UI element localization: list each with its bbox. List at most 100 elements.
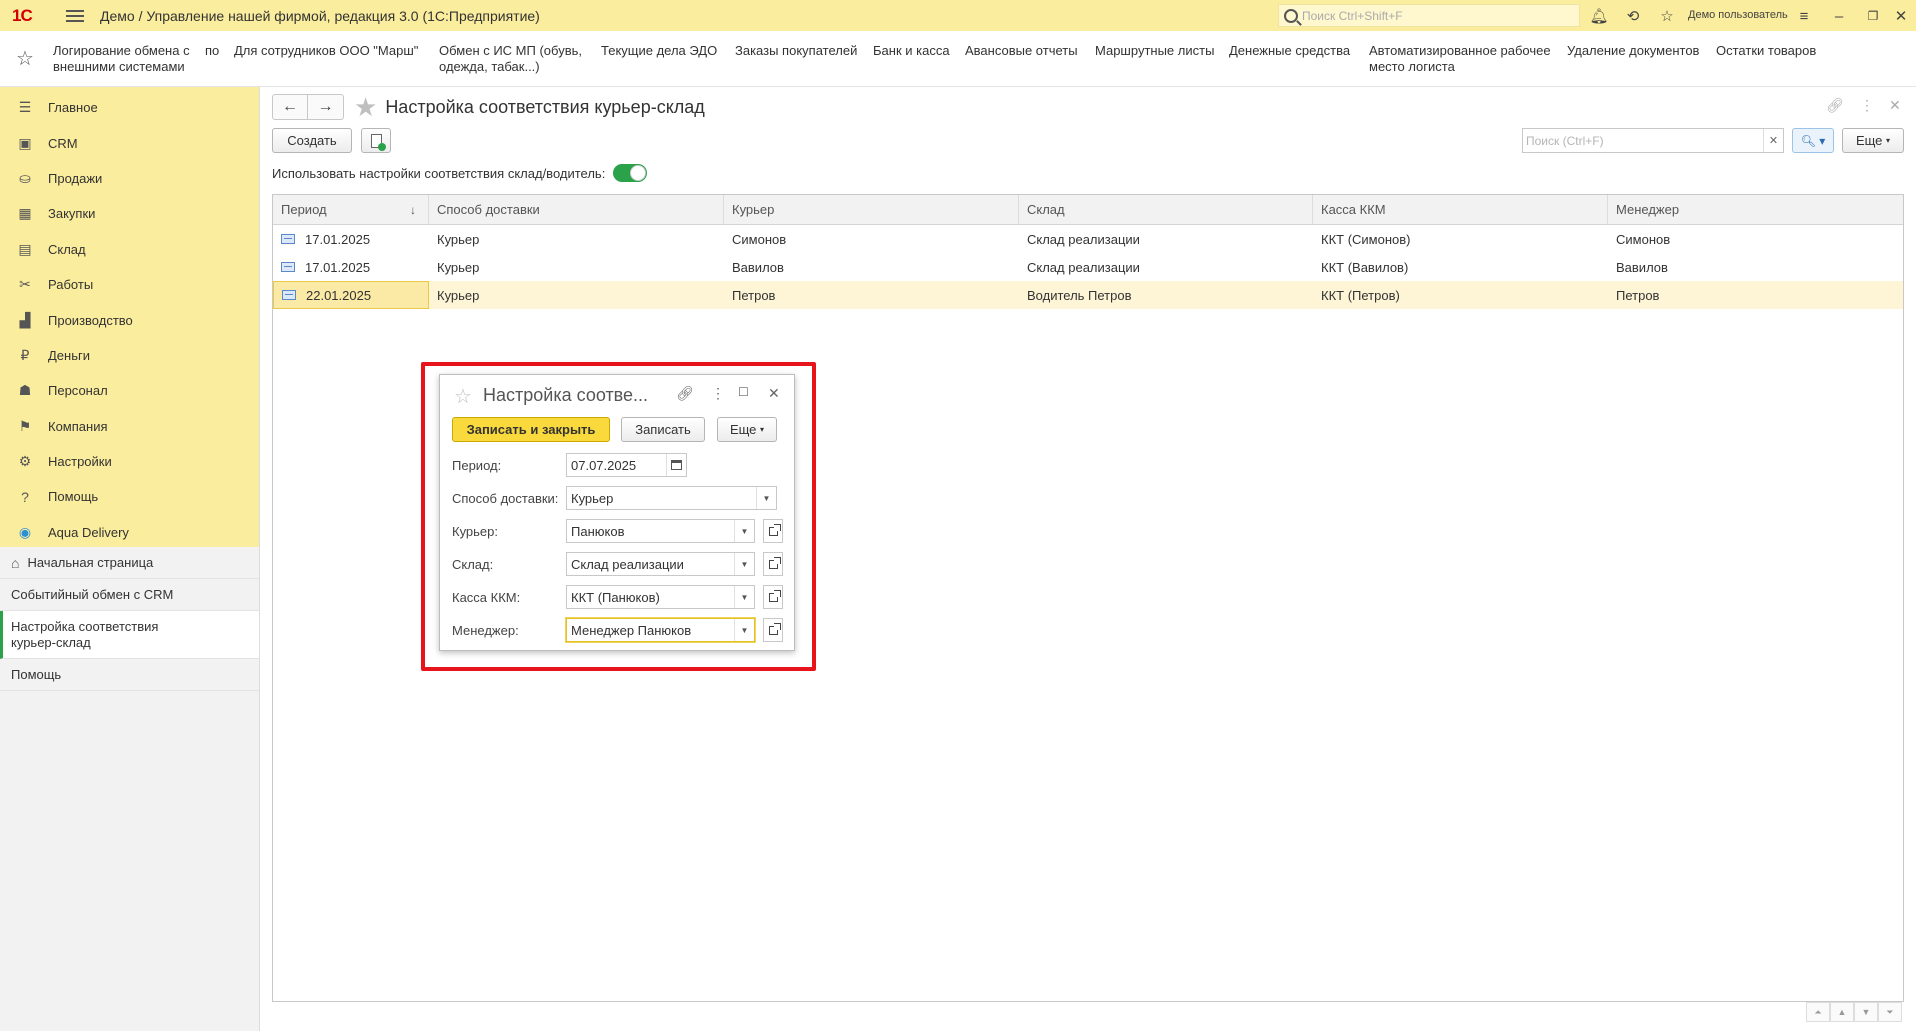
nav-link-bank-cash[interactable]: Банк и касса — [873, 43, 950, 59]
open-window-label: Настройка соответствия курьер-склад — [11, 618, 159, 650]
more-dots-icon[interactable]: ⋮ — [711, 385, 725, 402]
more-button[interactable]: Еще ▾ — [1842, 128, 1904, 153]
column-header-kkm[interactable]: Касса ККМ — [1313, 195, 1608, 224]
open-warehouse-button[interactable] — [763, 552, 783, 576]
section-sales[interactable]: ⛀ Продажи — [0, 161, 259, 196]
open-kkm-button[interactable] — [763, 585, 783, 609]
table-row[interactable]: 17.01.2025 Курьер Симонов Склад реализац… — [273, 225, 1903, 253]
section-personnel[interactable]: ☗ Персонал — [0, 373, 259, 408]
scroll-bottom-icon[interactable]: ⏷ — [1878, 1002, 1902, 1022]
nav-link-is-mp-exchange[interactable]: Обмен с ИС МП (обувь, одежда, табак...) — [439, 43, 582, 75]
section-company[interactable]: ⚑ Компания — [0, 409, 259, 444]
link-icon[interactable]: 🔗︎ — [1826, 97, 1844, 114]
ruble-icon: ₽ — [20, 346, 30, 363]
section-purchases[interactable]: ▦ Закупки — [0, 196, 259, 231]
column-header-period[interactable]: Период ↓ — [273, 195, 429, 224]
history-icon[interactable]: ⟲ — [1622, 5, 1644, 27]
section-works[interactable]: ✂ Работы — [0, 267, 259, 302]
cell-kkm: ККТ (Вавилов) — [1321, 259, 1409, 275]
link-icon[interactable]: 🔗︎ — [676, 385, 694, 402]
close-window-icon[interactable]: ✕ — [1890, 5, 1912, 27]
nav-link-po[interactable]: по — [205, 43, 219, 59]
save-button[interactable]: Записать — [621, 417, 705, 442]
nav-link-customer-orders[interactable]: Заказы покупателей — [735, 43, 857, 59]
dialog-more-button[interactable]: Еще ▾ — [717, 417, 777, 442]
search-button[interactable]: 🔍︎ ▾ — [1792, 128, 1834, 153]
close-form-icon[interactable]: ✕ — [1889, 97, 1901, 114]
period-row: Период: 07.07.2025 — [452, 452, 782, 478]
chevron-down-icon[interactable]: ▼ — [734, 586, 754, 608]
record-icon — [282, 290, 296, 300]
global-search-input[interactable]: Поиск Ctrl+Shift+F — [1278, 4, 1580, 27]
favorite-star-icon[interactable]: ★ — [354, 92, 377, 123]
maximize-icon[interactable]: ☐ — [738, 385, 749, 399]
manager-field[interactable]: Менеджер Панюков ▼ — [566, 618, 755, 642]
column-header-courier[interactable]: Курьер — [724, 195, 1019, 224]
nav-link-edo-tasks[interactable]: Текущие дела ЭДО — [601, 43, 717, 59]
nav-link-stock-balance[interactable]: Остатки товаров — [1716, 43, 1816, 59]
create-button[interactable]: Создать — [272, 128, 352, 153]
section-production[interactable]: ▟ Производство — [0, 302, 259, 337]
purchases-icon: ▦ — [18, 205, 32, 222]
section-help[interactable]: ? Помощь — [0, 479, 259, 514]
delivery-field[interactable]: Курьер ▼ — [566, 486, 777, 510]
current-user[interactable]: Демо пользователь — [1688, 9, 1788, 21]
scroll-down-icon[interactable]: ▼ — [1854, 1002, 1878, 1022]
favorites-star-icon[interactable]: ☆ — [1656, 5, 1678, 27]
open-manager-button[interactable] — [763, 618, 783, 642]
forward-arrow-icon[interactable]: → — [308, 94, 344, 120]
section-label: CRM — [48, 135, 78, 151]
table-row[interactable]: 17.01.2025 Курьер Вавилов Склад реализац… — [273, 253, 1903, 281]
open-courier-button[interactable] — [763, 519, 783, 543]
calendar-icon[interactable] — [666, 454, 686, 476]
more-dots-icon[interactable]: ⋮ — [1860, 97, 1874, 114]
scroll-top-icon[interactable]: ⏶ — [1806, 1002, 1830, 1022]
period-field[interactable]: 07.07.2025 — [566, 453, 687, 477]
list-search-input[interactable]: Поиск (Ctrl+F) ✕ — [1522, 128, 1784, 153]
open-window-help[interactable]: Помощь — [0, 659, 259, 691]
nav-link-delete-documents[interactable]: Удаление документов — [1567, 43, 1699, 59]
courier-field[interactable]: Панюков ▼ — [566, 519, 755, 543]
restore-icon[interactable]: ❐ — [1862, 5, 1884, 27]
copy-document-button[interactable] — [361, 128, 391, 153]
nav-link-logist-workplace[interactable]: Автоматизированное рабочее место логиста — [1369, 43, 1551, 75]
close-icon[interactable]: ✕ — [768, 385, 780, 402]
favorites-star-icon[interactable]: ☆ — [16, 46, 34, 71]
back-arrow-icon[interactable]: ← — [272, 94, 308, 120]
use-settings-toggle[interactable] — [613, 164, 648, 182]
chevron-down-icon[interactable]: ▼ — [734, 520, 754, 542]
column-header-warehouse[interactable]: Склад — [1019, 195, 1313, 224]
section-warehouse[interactable]: ▤ Склад — [0, 232, 259, 267]
chevron-down-icon[interactable]: ▼ — [734, 619, 754, 641]
table-row-selected[interactable]: 22.01.2025 Курьер Петров Водитель Петров… — [273, 281, 1903, 309]
open-window-crm-events[interactable]: Событийный обмен с CRM — [0, 579, 259, 611]
nav-link-employees[interactable]: Для сотрудников ООО "Марш" — [234, 43, 418, 59]
chevron-down-icon[interactable]: ▼ — [734, 553, 754, 575]
clear-icon[interactable]: ✕ — [1763, 129, 1783, 152]
section-crm[interactable]: ▣ CRM — [0, 125, 259, 160]
bell-icon[interactable]: 🔔︎ — [1588, 5, 1610, 27]
column-header-manager[interactable]: Менеджер — [1608, 195, 1905, 224]
warehouse-field[interactable]: Склад реализации ▼ — [566, 552, 755, 576]
section-label: Настройки — [48, 454, 112, 470]
section-settings[interactable]: ⚙ Настройки — [0, 444, 259, 479]
settings-menu-icon[interactable]: ≡ — [1793, 5, 1815, 27]
section-money[interactable]: ₽ Деньги — [0, 338, 259, 373]
save-and-close-button[interactable]: Записать и закрыть — [452, 417, 610, 442]
open-window-courier-warehouse[interactable]: Настройка соответствия курьер-склад — [0, 611, 259, 659]
nav-link-route-sheets[interactable]: Маршрутные листы — [1095, 43, 1214, 59]
section-main[interactable]: ☰ Главное — [0, 90, 259, 125]
main-menu-icon[interactable] — [66, 7, 84, 25]
page-title: Настройка соответствия курьер-склад — [385, 96, 705, 117]
nav-link-cash[interactable]: Денежные средства — [1229, 43, 1350, 59]
open-window-home[interactable]: ⌂ Начальная страница — [0, 547, 259, 579]
kkm-field[interactable]: ККТ (Панюков) ▼ — [566, 585, 755, 609]
favorite-star-icon[interactable]: ☆ — [454, 384, 472, 409]
section-aqua-delivery[interactable]: ◉ Aqua Delivery — [0, 515, 259, 550]
minimize-icon[interactable]: – — [1828, 5, 1850, 27]
nav-link-exchange-log[interactable]: Логирование обмена с внешними системами — [53, 43, 190, 75]
column-header-delivery[interactable]: Способ доставки — [429, 195, 724, 224]
nav-link-advance-reports[interactable]: Авансовые отчеты — [965, 43, 1078, 59]
chevron-down-icon[interactable]: ▼ — [756, 487, 776, 509]
scroll-up-icon[interactable]: ▲ — [1830, 1002, 1854, 1022]
